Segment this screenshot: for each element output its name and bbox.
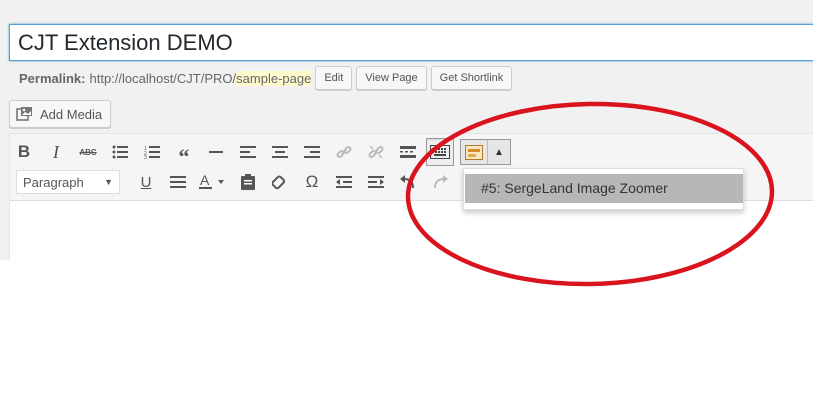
- blockquote-icon[interactable]: “: [170, 138, 198, 168]
- bulleted-list-icon[interactable]: [106, 138, 134, 166]
- horizontal-line-icon[interactable]: [202, 138, 230, 166]
- clear-formatting-icon[interactable]: [266, 168, 294, 196]
- underline-icon[interactable]: U: [132, 168, 160, 196]
- svg-text:3: 3: [144, 155, 147, 159]
- toolbar-row-1: B I ABC 123 “ ▲: [10, 137, 511, 168]
- cjt-block-dropdown-menu: #5: SergeLand Image Zoomer: [463, 168, 744, 210]
- chevron-down-icon: ▼: [104, 177, 113, 187]
- format-select[interactable]: Paragraph ▼: [16, 170, 120, 194]
- undo-icon[interactable]: [394, 168, 422, 196]
- post-title-input[interactable]: CJT Extension DEMO: [9, 24, 813, 61]
- dropdown-menu-item[interactable]: #5: SergeLand Image Zoomer: [465, 174, 743, 203]
- outdent-icon[interactable]: [330, 168, 358, 196]
- paste-text-icon[interactable]: [234, 168, 262, 196]
- add-media-icon: [16, 106, 36, 122]
- redo-icon[interactable]: [426, 168, 454, 196]
- get-shortlink-button[interactable]: Get Shortlink: [430, 66, 513, 90]
- permalink-slug[interactable]: sample-page: [236, 70, 312, 86]
- add-media-label: Add Media: [40, 106, 103, 122]
- align-right-icon[interactable]: [298, 138, 326, 166]
- toolbar-toggle-icon[interactable]: [426, 138, 454, 166]
- special-character-icon[interactable]: Ω: [298, 168, 326, 196]
- bold-icon[interactable]: B: [10, 138, 38, 166]
- permalink-label: Permalink:: [19, 70, 86, 86]
- align-center-icon[interactable]: [266, 138, 294, 166]
- numbered-list-icon[interactable]: 123: [138, 138, 166, 166]
- add-media-button[interactable]: Add Media: [9, 100, 112, 128]
- svg-text:A: A: [200, 174, 210, 188]
- format-select-value: Paragraph: [23, 174, 84, 190]
- cjt-block-menu-button[interactable]: ▲: [460, 139, 511, 165]
- cjt-block-icon[interactable]: [461, 140, 488, 164]
- strikethrough-icon[interactable]: ABC: [74, 138, 102, 166]
- read-more-icon[interactable]: [394, 138, 422, 166]
- justify-icon[interactable]: [164, 168, 192, 196]
- align-left-icon[interactable]: [234, 138, 262, 166]
- remove-link-icon[interactable]: [362, 138, 390, 166]
- italic-icon[interactable]: I: [42, 138, 70, 166]
- dropdown-arrow-icon[interactable]: ▲: [488, 140, 510, 164]
- permalink-bar: Permalink: http://localhost/CJT/PRO/samp…: [19, 66, 513, 90]
- text-color-icon[interactable]: A: [196, 168, 230, 196]
- edit-permalink-button[interactable]: Edit: [315, 66, 353, 90]
- permalink-url: http://localhost/CJT/PRO/: [89, 70, 237, 86]
- insert-link-icon[interactable]: [330, 138, 358, 166]
- indent-icon[interactable]: [362, 168, 390, 196]
- toolbar-row-2: Paragraph ▼ U A Ω: [10, 167, 458, 197]
- view-page-button[interactable]: View Page: [356, 66, 427, 90]
